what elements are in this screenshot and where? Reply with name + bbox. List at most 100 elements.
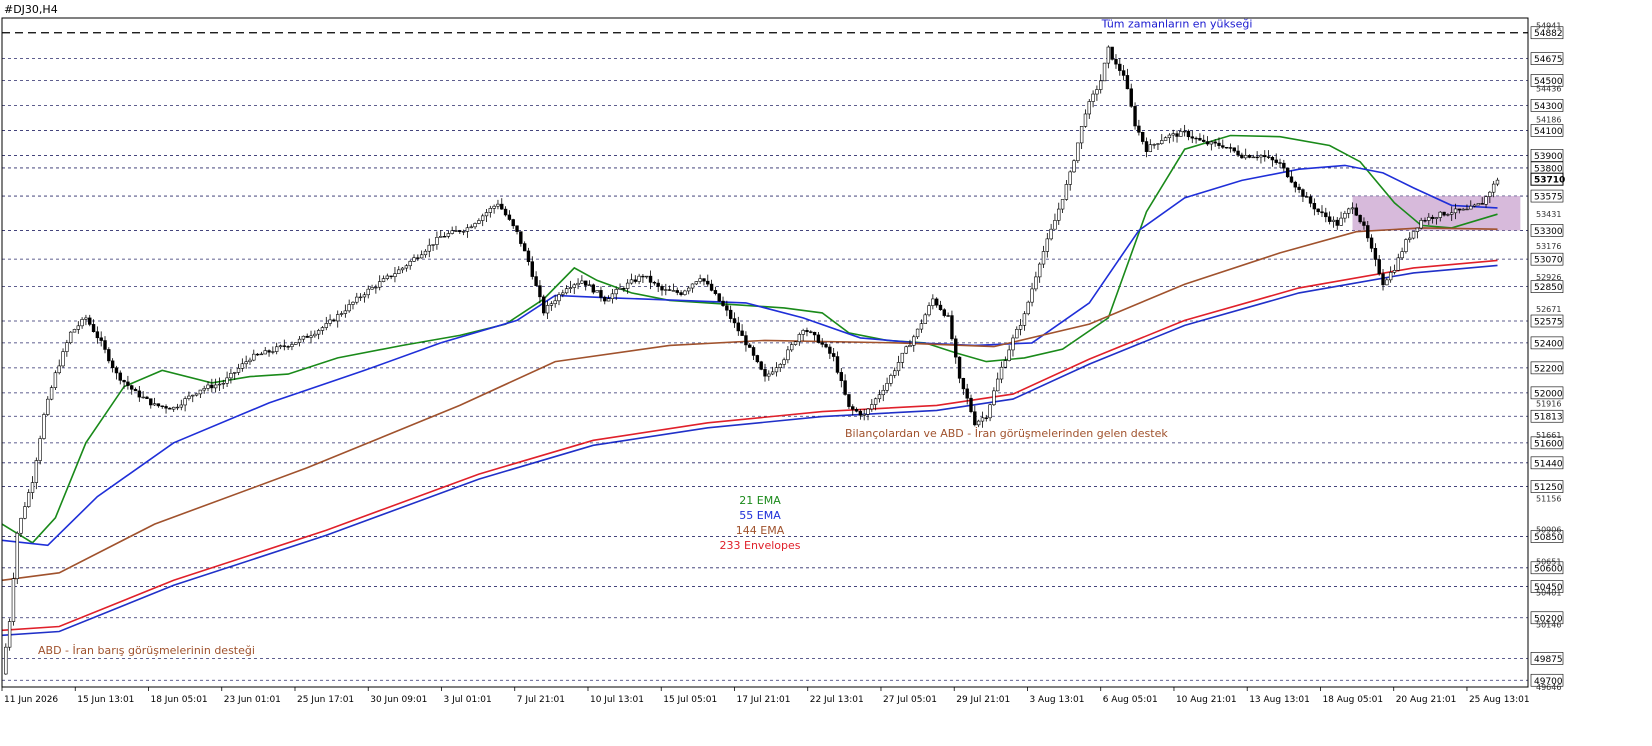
time-tick-label: 25 Jun 17:01: [297, 695, 354, 705]
candle-body: [1305, 196, 1309, 198]
candle-body: [1446, 214, 1450, 216]
candle-body: [694, 281, 699, 285]
candle-body: [545, 305, 550, 314]
candle-body: [1076, 142, 1080, 162]
candle-body: [1339, 217, 1343, 226]
time-tick-label: 6 Aug 05:01: [1103, 695, 1158, 705]
candle-body: [526, 250, 531, 262]
price-level-label: 51440: [1534, 459, 1563, 469]
candle-body: [419, 254, 424, 259]
candle-body: [1171, 133, 1175, 136]
candle-body: [625, 282, 630, 289]
candle-body: [645, 275, 649, 278]
candle-body: [1453, 208, 1458, 214]
candle-body: [835, 356, 840, 373]
candle-body: [664, 289, 668, 291]
price-level-label: 54300: [1534, 102, 1563, 112]
candle-body: [164, 406, 168, 409]
candle-body: [175, 406, 180, 409]
candle-body: [1461, 208, 1465, 211]
candle-body: [1472, 204, 1477, 207]
candle-body: [534, 276, 538, 286]
candle-body: [988, 404, 992, 419]
candle-body: [248, 359, 252, 363]
price-tick-label: 49646: [1536, 683, 1561, 692]
candle-body: [1350, 207, 1355, 210]
candle-body: [748, 344, 752, 348]
candle-body: [831, 353, 836, 357]
candle-body: [1331, 219, 1336, 222]
candle-body: [957, 356, 962, 379]
candle-body: [1251, 156, 1256, 159]
candle-body: [1480, 203, 1484, 205]
candle-body: [240, 363, 245, 369]
candle-body: [137, 390, 142, 398]
candle-body: [130, 385, 134, 390]
candle-body: [667, 289, 672, 291]
candle-body: [1411, 231, 1416, 239]
time-tick-label: 18 Jun 05:01: [150, 695, 207, 705]
candle-body: [1121, 70, 1126, 76]
annotation-peace-talks-support: ABD - İran barış görüşmelerinin desteği: [38, 644, 255, 657]
candle-body: [1343, 212, 1347, 219]
price-level-label: 52575: [1534, 318, 1563, 328]
candle-body: [690, 283, 695, 289]
candle-body: [1427, 216, 1431, 221]
price-level-label: 52200: [1534, 364, 1563, 374]
candle-body: [1289, 176, 1294, 183]
candle-body: [1060, 199, 1065, 210]
candle-body: [1469, 205, 1473, 210]
candle-body: [824, 344, 828, 348]
candle-body: [744, 335, 748, 346]
candle-body: [1057, 208, 1061, 221]
candle-body: [1369, 237, 1374, 249]
price-tick-label: 52926: [1536, 273, 1561, 282]
candle-body: [656, 282, 660, 287]
candle-body: [1099, 80, 1103, 90]
legend-item: 144 EMA: [736, 524, 785, 537]
candle-body: [255, 353, 260, 356]
candle-body: [221, 382, 225, 385]
price-tick-label: 50146: [1536, 621, 1561, 630]
candle-body: [1091, 93, 1095, 102]
candle-body: [156, 403, 161, 407]
candle-body: [1438, 211, 1442, 218]
price-level-label: 52400: [1534, 339, 1563, 349]
candle-body: [580, 280, 584, 284]
candle-body: [706, 280, 710, 285]
candle-body: [236, 368, 241, 373]
candle-body: [599, 290, 603, 298]
candle-body: [793, 341, 798, 345]
candle-body: [110, 360, 115, 369]
candle-body: [263, 350, 267, 355]
candle-body: [233, 372, 237, 374]
candle-body: [461, 231, 466, 233]
candle-body: [191, 394, 195, 397]
candle-body: [1358, 214, 1362, 223]
candle-body: [816, 334, 821, 343]
candle-body: [927, 305, 931, 316]
price-level-label: 52850: [1534, 283, 1563, 293]
candle-body: [774, 367, 779, 373]
price-level-label: 51600: [1534, 439, 1563, 449]
candle-body: [866, 408, 870, 415]
candle-body: [1465, 208, 1469, 211]
price-level-label: 54882: [1534, 29, 1563, 39]
candle-body: [469, 226, 473, 229]
candle-body: [351, 301, 355, 305]
time-tick-label: 11 Jun 2026: [4, 695, 58, 705]
candle-body: [1167, 134, 1172, 139]
candle-body: [992, 390, 996, 406]
candle-body: [770, 371, 775, 375]
price-tick-label: 51916: [1536, 399, 1561, 408]
candle-body: [1396, 257, 1400, 271]
candle-body: [1213, 141, 1217, 144]
candle-body: [641, 275, 645, 278]
candle-body: [751, 347, 756, 356]
price-tick-label: 54436: [1536, 84, 1561, 93]
candle-body: [1415, 227, 1420, 232]
candle-body: [732, 318, 737, 324]
price-chart[interactable]: 5488254675545005430054100539005380053575…: [0, 0, 1652, 746]
candle-body: [614, 289, 618, 295]
candle-body: [297, 338, 302, 343]
